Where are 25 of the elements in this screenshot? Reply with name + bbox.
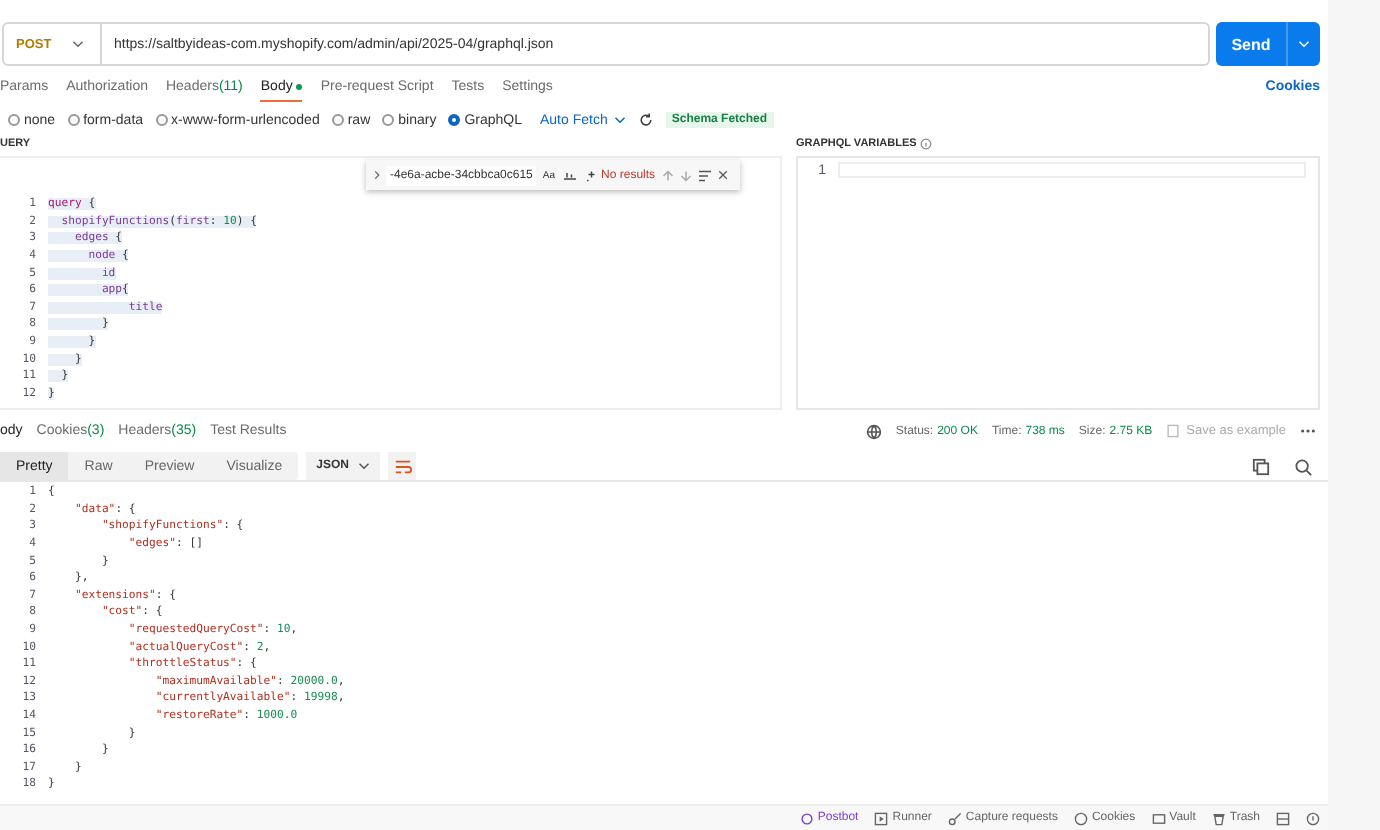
wrap-lines-icon xyxy=(393,457,412,475)
chevron-icon xyxy=(358,462,371,470)
copy-icon[interactable] xyxy=(1252,457,1270,475)
circle-icon xyxy=(1073,811,1088,825)
box-icon xyxy=(1151,811,1166,825)
document-icon xyxy=(1166,424,1181,438)
more-icon[interactable] xyxy=(1300,428,1316,434)
wrap-lines-button[interactable] xyxy=(388,452,417,480)
chevron-icon[interactable] xyxy=(374,170,380,180)
trash-icon xyxy=(1211,811,1226,825)
refresh-icon[interactable] xyxy=(637,112,654,128)
chevron-icon xyxy=(72,40,84,48)
circle-icon xyxy=(799,811,814,825)
play-box-icon xyxy=(874,811,889,825)
globe-icon[interactable] xyxy=(865,423,882,439)
help-icon[interactable] xyxy=(1306,811,1320,825)
search-icon[interactable] xyxy=(1294,457,1312,475)
whole-word-icon[interactable] xyxy=(561,169,578,181)
lines-icon[interactable] xyxy=(697,169,712,181)
info-icon[interactable] xyxy=(920,138,933,150)
chevron-icon xyxy=(613,116,626,124)
close-icon[interactable] xyxy=(717,170,728,180)
plug-icon xyxy=(947,811,962,825)
regex-icon[interactable] xyxy=(583,169,596,181)
layout-icon[interactable] xyxy=(1276,811,1290,825)
